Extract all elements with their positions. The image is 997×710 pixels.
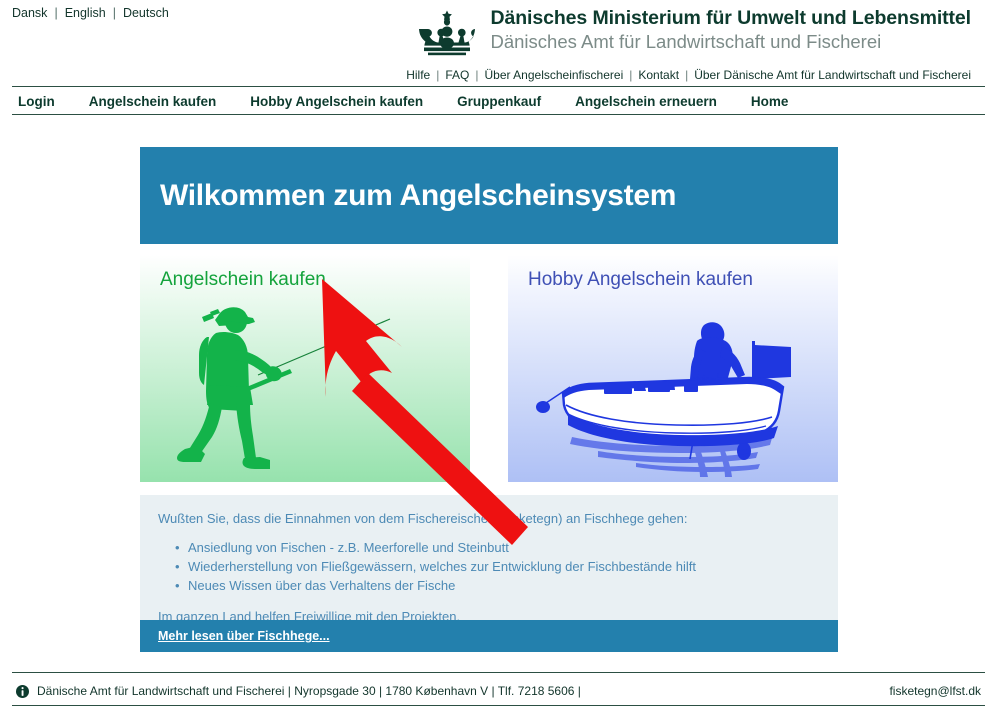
secondary-nav-item-ueber-angelscheinfischerei[interactable]: Über Angelscheinfischerei xyxy=(485,68,624,82)
main-content: Wilkommen zum Angelscheinsystem Angelsch… xyxy=(140,147,838,652)
nav-item-login[interactable]: Login xyxy=(18,94,55,109)
read-more-link[interactable]: Mehr lesen über Fischhege... xyxy=(158,629,330,643)
footer-email-link[interactable]: fisketegn@lfst.dk xyxy=(889,684,981,698)
nav-item-hobby-angelschein-kaufen[interactable]: Hobby Angelschein kaufen xyxy=(250,94,423,109)
nav-item-angelschein-erneuern[interactable]: Angelschein erneuern xyxy=(575,94,717,109)
nav-top-divider xyxy=(12,86,985,87)
nav-item-gruppenkauf[interactable]: Gruppenkauf xyxy=(457,94,541,109)
secondary-nav-item-kontakt[interactable]: Kontakt xyxy=(638,68,679,82)
masthead: Dänisches Ministerium für Umwelt und Leb… xyxy=(418,7,971,57)
card-hobby-angelschein-kaufen-title: Hobby Angelschein kaufen xyxy=(528,269,753,290)
welcome-banner: Wilkommen zum Angelscheinsystem xyxy=(140,147,838,244)
nav-bottom-divider xyxy=(12,114,985,115)
secondary-nav-item-ueber-amt[interactable]: Über Dänische Amt für Landwirtschaft und… xyxy=(694,68,971,82)
list-item: Wiederherstellung von Fließgewässern, we… xyxy=(175,557,838,576)
ministry-subtitle: Dänisches Amt für Landwirtschaft und Fis… xyxy=(490,31,882,53)
nav-item-home[interactable]: Home xyxy=(751,94,789,109)
info-box-lead: Wußten Sie, dass die Einnahmen von dem F… xyxy=(158,511,688,526)
footer-address: Dänische Amt für Landwirtschaft und Fisc… xyxy=(37,684,581,698)
secondary-nav: Hilfe | FAQ | Über Angelscheinfischerei | Kont… xyxy=(406,68,971,82)
footer-bottom-divider xyxy=(12,705,985,706)
language-separator: | xyxy=(54,6,58,20)
footer-email[interactable]: fisketegn@lfst.dk xyxy=(889,684,981,698)
language-separator: | xyxy=(112,6,116,20)
secondary-nav-separator: | xyxy=(685,68,689,82)
secondary-nav-separator: | xyxy=(629,68,633,82)
card-hobby-angelschein-kaufen[interactable]: Hobby Angelschein kaufen xyxy=(508,255,838,482)
secondary-nav-item-hilfe[interactable]: Hilfe xyxy=(406,68,430,82)
info-box: Wußten Sie, dass die Einnahmen von dem F… xyxy=(140,495,838,640)
ministry-title: Dänisches Ministerium für Umwelt und Leb… xyxy=(490,7,971,29)
language-link-dansk[interactable]: Dansk xyxy=(12,6,47,20)
secondary-nav-separator: | xyxy=(436,68,440,82)
danish-crown-icon xyxy=(419,10,476,56)
promo-cards: Angelschein kaufen Hobby Angelschein kau… xyxy=(140,255,838,482)
footer: Dänische Amt für Landwirtschaft und Fisc… xyxy=(16,678,981,704)
language-link-deutsch[interactable]: Deutsch xyxy=(123,6,169,20)
nav-item-angelschein-kaufen[interactable]: Angelschein kaufen xyxy=(89,94,217,109)
list-item: Neues Wissen über das Verhaltens der Fis… xyxy=(175,576,838,595)
language-bar: Dansk | English | Deutsch xyxy=(0,0,169,20)
secondary-nav-item-faq[interactable]: FAQ xyxy=(445,68,469,82)
card-angelschein-kaufen-title: Angelschein kaufen xyxy=(160,269,326,290)
footer-top-divider xyxy=(12,672,985,673)
info-box-list: Ansiedlung von Fischen - z.B. Meerforell… xyxy=(140,538,838,595)
card-angelschein-kaufen[interactable]: Angelschein kaufen xyxy=(140,255,470,482)
secondary-nav-separator: | xyxy=(475,68,479,82)
language-link-english[interactable]: English xyxy=(65,6,106,20)
info-circle-icon xyxy=(16,684,29,698)
ministry-text: Dänisches Ministerium für Umwelt und Leb… xyxy=(490,7,971,53)
main-nav: Login Angelschein kaufen Hobby Angelsche… xyxy=(18,90,788,113)
read-more-bar[interactable]: Mehr lesen über Fischhege... xyxy=(140,620,838,652)
list-item: Ansiedlung von Fischen - z.B. Meerforell… xyxy=(175,538,838,557)
page-title: Wilkommen zum Angelscheinsystem xyxy=(160,178,677,212)
